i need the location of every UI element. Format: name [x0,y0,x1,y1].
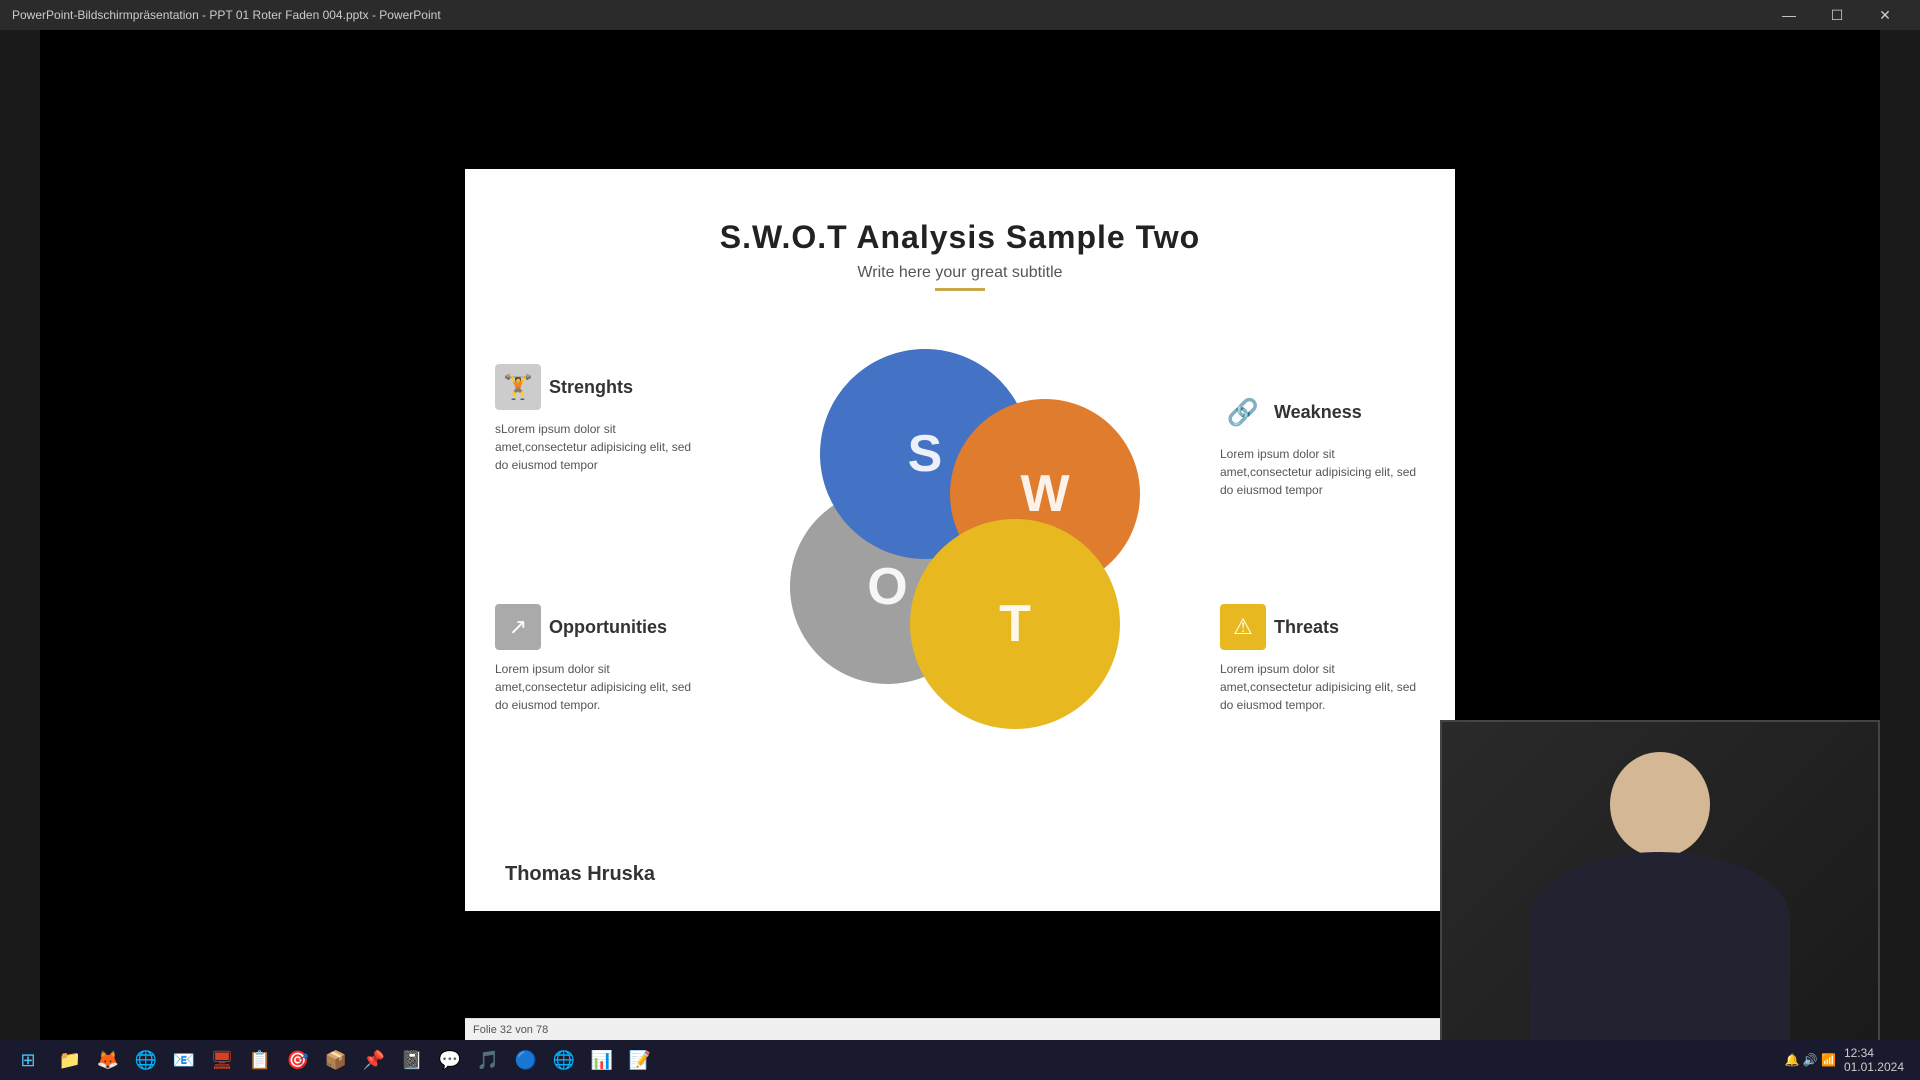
presenter-name: Thomas Hruska [505,863,655,886]
person-face [1620,772,1700,832]
statusbar-text: Folie 32 von 78 [473,1024,548,1036]
weakness-title: Weakness [1274,402,1362,423]
opportunities-body: Lorem ipsum dolor sit amet,consectetur a… [495,660,705,714]
opportunities-icon: ↗ [495,604,541,650]
taskbar: ⊞ 📁 🦊 🌐 📧 🖥 📋 🎯 📦 📌 📓 💬 🎵 🔵 🌐 📊 📝 🔔 🔊 📶 … [0,1040,1920,1080]
taskbar-app-excel[interactable]: 📊 [584,1043,620,1077]
taskbar-app-explorer[interactable]: 📁 [52,1043,88,1077]
video-person [1442,722,1878,1048]
system-tray: 🔔 🔊 📶 [1784,1053,1836,1067]
label-opportunities: ↗ Opportunities Lorem ipsum dolor sit am… [495,604,705,714]
slide-subtitle: Write here your great subtitle [465,264,1455,282]
swot-diagram: S W O T [760,349,1160,749]
taskbar-app-6[interactable]: 🎵 [470,1043,506,1077]
maximize-button[interactable]: ☐ [1814,0,1860,30]
strengths-body: sLorem ipsum dolor sit amet,consectetur … [495,420,705,474]
taskbar-app-5[interactable]: 📌 [356,1043,392,1077]
strengths-title: Strenghts [549,377,633,398]
threats-icon: ⚠ [1220,604,1266,650]
label-weakness: 🔗 Weakness Lorem ipsum dolor sit amet,co… [1220,389,1430,499]
title-bar: PowerPoint-Bildschirmpräsentation - PPT … [0,0,1920,30]
taskbar-app-7[interactable]: 🔵 [508,1043,544,1077]
weakness-icon: 🔗 [1220,389,1266,435]
titlebar-text: PowerPoint-Bildschirmpräsentation - PPT … [12,8,441,22]
minimize-button[interactable]: — [1766,0,1812,30]
opportunities-title: Opportunities [549,617,667,638]
weakness-body: Lorem ipsum dolor sit amet,consectetur a… [1220,445,1430,499]
taskbar-app-word[interactable]: 📝 [622,1043,658,1077]
clock: 12:3401.01.2024 [1844,1046,1904,1074]
label-threats: ⚠ Threats Lorem ipsum dolor sit amet,con… [1220,604,1430,714]
label-strengths: 🏋 Strenghts sLorem ipsum dolor sit amet,… [495,364,705,474]
taskbar-app-2[interactable]: 📋 [242,1043,278,1077]
taskbar-app-powerpoint[interactable]: 🖥 [204,1043,240,1077]
taskbar-app-chrome[interactable]: 🌐 [128,1043,164,1077]
taskbar-right: 🔔 🔊 📶 12:3401.01.2024 [1784,1046,1912,1074]
taskbar-app-firefox[interactable]: 🦊 [90,1043,126,1077]
taskbar-app-outlook[interactable]: 📧 [166,1043,202,1077]
taskbar-app-onenote[interactable]: 📓 [394,1043,430,1077]
circle-t: T [910,519,1120,729]
side-panel-left [0,30,40,1040]
slide-title: S.W.O.T Analysis Sample Two [465,169,1455,256]
threats-title: Threats [1274,617,1339,638]
video-overlay [1440,720,1880,1050]
taskbar-app-4[interactable]: 📦 [318,1043,354,1077]
start-button[interactable]: ⊞ [8,1043,48,1077]
taskbar-app-8[interactable]: 🌐 [546,1043,582,1077]
statusbar: Folie 32 von 78 [465,1018,1455,1040]
subtitle-underline [935,288,985,291]
strengths-icon: 🏋 [495,364,541,410]
taskbar-app-3[interactable]: 🎯 [280,1043,316,1077]
titlebar-controls: — ☐ ✕ [1766,0,1908,30]
taskbar-app-teams[interactable]: 💬 [432,1043,468,1077]
threats-body: Lorem ipsum dolor sit amet,consectetur a… [1220,660,1430,714]
taskbar-apps: 📁 🦊 🌐 📧 🖥 📋 🎯 📦 📌 📓 💬 🎵 🔵 🌐 📊 📝 [52,1043,658,1077]
person-body [1530,852,1790,1050]
slide: S.W.O.T Analysis Sample Two Write here y… [465,169,1455,911]
side-panel-right [1880,30,1920,1040]
close-button[interactable]: ✕ [1862,0,1908,30]
